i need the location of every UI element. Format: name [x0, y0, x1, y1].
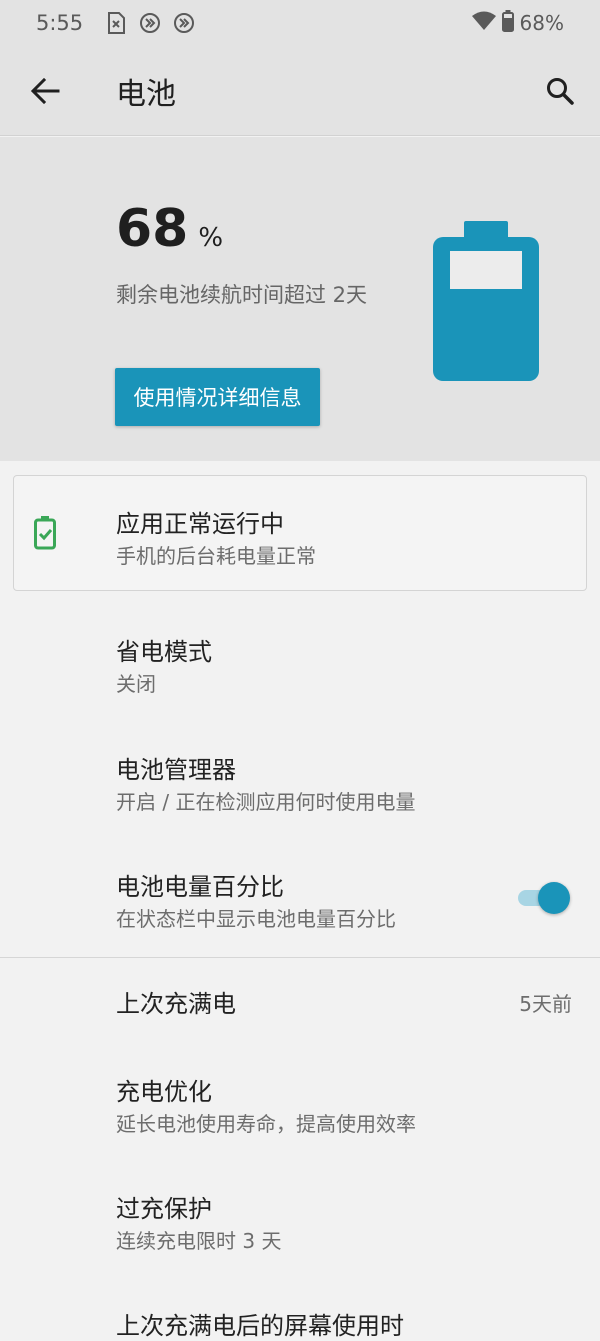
charge-optimization-item[interactable]: 充电优化 延长电池使用寿命，提高使用效率	[0, 1072, 600, 1152]
charge-optimization-subtitle: 延长电池使用寿命，提高使用效率	[116, 1112, 416, 1136]
screen-usage-title: 上次充满电后的屏幕使用时	[116, 1312, 404, 1340]
last-full-charge-title: 上次充满电	[116, 990, 236, 1018]
overcharge-protection-item[interactable]: 过充保护 连续充电限时 3 天	[0, 1189, 600, 1269]
tip-title: 应用正常运行中	[116, 510, 284, 538]
arrow-back-icon	[30, 77, 60, 104]
battery-ok-icon	[34, 516, 56, 550]
battery-summary: 68% 剩余电池续航时间超过 2天 使用情况详细信息	[0, 137, 600, 461]
sim-card-off-icon	[105, 12, 127, 34]
last-full-charge-item: 上次充满电 5天前	[0, 984, 600, 1034]
battery-percentage-title: 电池电量百分比	[116, 873, 284, 901]
screen-usage-item: 上次充满电后的屏幕使用时	[0, 1306, 600, 1340]
search-button[interactable]	[520, 46, 600, 136]
battery-large-icon	[433, 221, 539, 381]
power-saver-title: 省电模式	[116, 638, 212, 666]
usage-details-button[interactable]: 使用情况详细信息	[115, 368, 320, 426]
overcharge-protection-subtitle: 连续充电限时 3 天	[116, 1229, 282, 1253]
battery-percent-value: 68	[116, 199, 189, 259]
battery-manager-item[interactable]: 电池管理器 开启 / 正在检测应用何时使用电量	[0, 750, 600, 830]
battery-remaining-text: 剩余电池续航时间超过 2天	[116, 283, 368, 307]
page-title: 电池	[116, 76, 176, 112]
battery-percentage-toggle[interactable]	[516, 882, 570, 914]
battery-icon	[501, 9, 514, 37]
power-saver-subtitle: 关闭	[116, 672, 156, 696]
back-button[interactable]	[0, 46, 90, 136]
battery-tip-card[interactable]: 应用正常运行中 手机的后台耗电量正常	[13, 475, 587, 591]
battery-percentage-item[interactable]: 电池电量百分比 在状态栏中显示电池电量百分比	[0, 867, 600, 947]
battery-percentage-subtitle: 在状态栏中显示电池电量百分比	[116, 907, 396, 931]
app-bar: 电池	[0, 46, 600, 136]
toggle-thumb	[538, 882, 570, 914]
battery-manager-title: 电池管理器	[116, 756, 236, 784]
battery-percentage: 68%	[116, 199, 223, 259]
status-battery-text: 68%	[519, 11, 564, 35]
status-bar: 5:55 68%	[0, 0, 600, 46]
data-saver-icon	[139, 12, 161, 34]
battery-manager-subtitle: 开启 / 正在检测应用何时使用电量	[116, 790, 416, 814]
search-icon	[547, 77, 574, 105]
last-full-charge-value: 5天前	[519, 992, 572, 1016]
tip-subtitle: 手机的后台耗电量正常	[116, 544, 316, 568]
section-divider	[0, 957, 600, 958]
wifi-icon	[471, 11, 496, 36]
status-time: 5:55	[36, 11, 84, 35]
charge-optimization-title: 充电优化	[116, 1078, 212, 1106]
power-saver-item[interactable]: 省电模式 关闭	[0, 632, 600, 712]
data-saver-icon	[173, 12, 195, 34]
overcharge-protection-title: 过充保护	[116, 1195, 212, 1223]
battery-percent-unit: %	[198, 223, 224, 253]
